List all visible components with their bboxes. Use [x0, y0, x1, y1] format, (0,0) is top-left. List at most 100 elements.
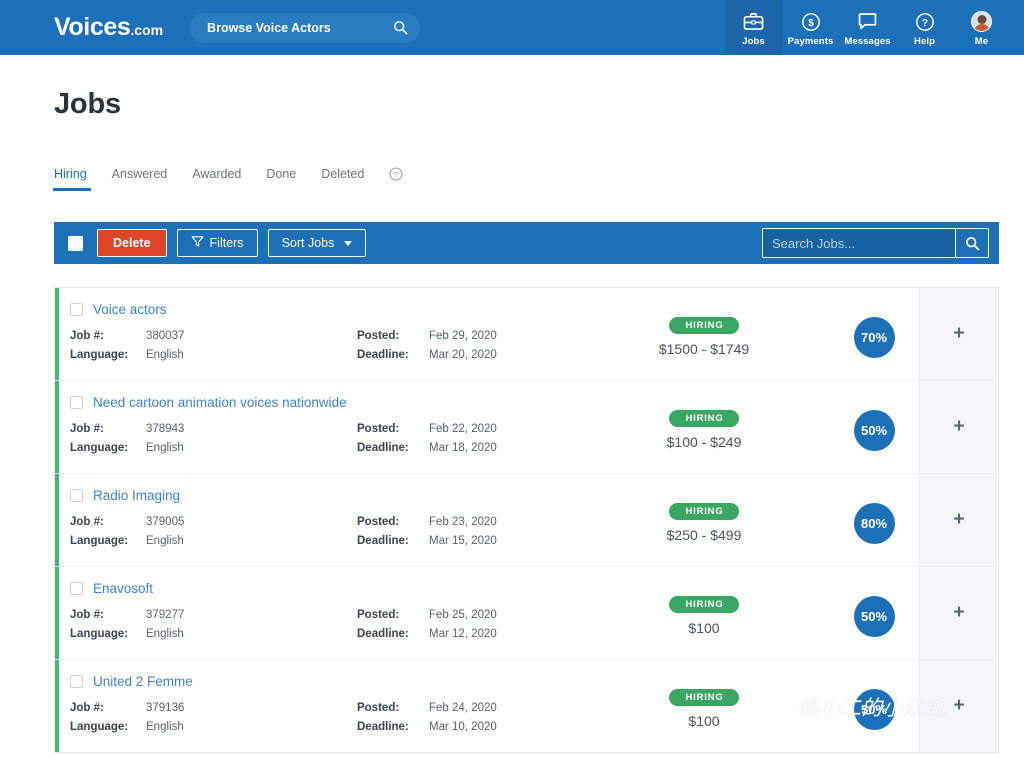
nav-item-messages[interactable]: Messages [839, 0, 896, 55]
top-navigation-bar: Voices.com Browse Voice Actors Jobs $ Pa… [0, 0, 1024, 55]
avatar-icon [971, 11, 992, 32]
job-title-link[interactable]: Voice actors [93, 302, 167, 317]
nav-label-me: Me [974, 36, 989, 47]
search-jobs-input[interactable] [763, 229, 955, 257]
nav-label-messages: Messages [844, 36, 891, 47]
job-meta-right-labels: Posted: Deadline: [357, 327, 419, 365]
tab-hiring[interactable]: Hiring [53, 167, 91, 191]
chat-bubble-icon [857, 11, 878, 32]
job-title-link[interactable]: Enavosoft [93, 581, 153, 596]
job-budget: $100 [688, 620, 720, 637]
job-meta-left-labels: Job #: Language: [70, 606, 136, 644]
question-circle-icon: ? [915, 11, 935, 32]
sort-jobs-label: Sort Jobs [281, 236, 335, 250]
nav-label-help: Help [914, 36, 935, 47]
language-value: English [146, 442, 184, 454]
job-progress-circle: 50% [853, 688, 895, 730]
nav-item-jobs[interactable]: Jobs [725, 0, 782, 55]
posted-label: Posted: [357, 330, 400, 342]
job-meta-left-labels: Job #: Language: [70, 420, 136, 458]
posted-label: Posted: [357, 609, 400, 621]
tab-done[interactable]: Done [266, 167, 296, 191]
table-row[interactable]: Enavosoft Job #: Language: 379277 Englis… [55, 566, 998, 659]
job-progress-column: 50% [829, 381, 919, 473]
job-meta: Job #: Language: 380037 English Posted: … [70, 327, 579, 365]
briefcase-icon [743, 11, 764, 32]
job-number-label: Job #: [70, 516, 104, 528]
deadline-value: Mar 20, 2020 [429, 349, 497, 361]
job-expand-button[interactable]: + [919, 474, 998, 566]
jobs-list: Voice actors Job #: Language: 380037 Eng… [54, 287, 999, 753]
table-row[interactable]: Radio Imaging Job #: Language: 379005 En… [55, 473, 998, 566]
table-row[interactable]: Need cartoon animation voices nationwide… [55, 380, 998, 473]
job-select-checkbox[interactable] [70, 675, 83, 688]
status-badge: HIRING [669, 502, 739, 521]
table-row[interactable]: Voice actors Job #: Language: 380037 Eng… [55, 287, 998, 380]
job-meta-right-values: Feb 25, 2020 Mar 12, 2020 [429, 606, 497, 644]
logo-tld: .com [130, 22, 164, 38]
question-circle-icon: ? [389, 167, 403, 181]
job-number-value: 379136 [146, 702, 185, 714]
job-status-column: HIRING $100 [579, 660, 829, 752]
job-select-checkbox[interactable] [70, 303, 83, 316]
status-badge: HIRING [669, 595, 739, 614]
job-select-checkbox[interactable] [70, 489, 83, 502]
job-progress-circle: 50% [853, 595, 895, 637]
deadline-label: Deadline: [357, 721, 409, 733]
select-all-checkbox[interactable] [68, 235, 83, 251]
language-value: English [146, 721, 184, 733]
job-meta-left: Job #: Language: 379277 English [70, 606, 357, 644]
search-submit-button[interactable] [955, 229, 988, 257]
status-badge: HIRING [669, 688, 739, 707]
nav-item-me[interactable]: Me [953, 0, 1010, 55]
job-meta-left: Job #: Language: 379136 English [70, 699, 357, 737]
job-meta-right-labels: Posted: Deadline: [357, 420, 419, 458]
job-select-checkbox[interactable] [70, 582, 83, 595]
nav-item-help[interactable]: ? Help [896, 0, 953, 55]
nav-item-payments[interactable]: $ Payments [782, 0, 839, 55]
tab-awarded[interactable]: Awarded [192, 167, 241, 191]
chevron-down-icon [344, 240, 353, 246]
job-number-label: Job #: [70, 609, 104, 621]
funnel-icon [191, 235, 204, 251]
job-meta-left-labels: Job #: Language: [70, 513, 136, 551]
job-budget: $100 [688, 713, 720, 730]
posted-value: Feb 22, 2020 [429, 423, 497, 435]
job-progress-circle: 80% [853, 502, 895, 544]
job-header: Need cartoon animation voices nationwide [70, 395, 579, 410]
job-title-link[interactable]: Need cartoon animation voices nationwide [93, 395, 347, 410]
job-number-label: Job #: [70, 330, 104, 342]
posted-value: Feb 23, 2020 [429, 516, 497, 528]
delete-button[interactable]: Delete [97, 229, 167, 257]
browse-voice-actors-search[interactable]: Browse Voice Actors [190, 12, 421, 43]
job-meta: Job #: Language: 378943 English Posted: … [70, 420, 579, 458]
site-logo[interactable]: Voices.com [54, 15, 163, 40]
filters-button[interactable]: Filters [176, 229, 258, 257]
job-meta-left-values: 379005 English [146, 513, 184, 551]
language-value: English [146, 349, 184, 361]
job-meta-right-labels: Posted: Deadline: [357, 699, 419, 737]
posted-value: Feb 29, 2020 [429, 330, 497, 342]
job-expand-button[interactable]: + [919, 381, 998, 473]
posted-value: Feb 24, 2020 [429, 702, 497, 714]
job-select-checkbox[interactable] [70, 396, 83, 409]
job-details: Enavosoft Job #: Language: 379277 Englis… [55, 567, 579, 659]
job-title-link[interactable]: United 2 Femme [93, 674, 193, 689]
tab-answered[interactable]: Answered [112, 167, 168, 191]
table-row[interactable]: United 2 Femme Job #: Language: 379136 E… [55, 659, 998, 752]
nav-label-jobs: Jobs [742, 36, 765, 47]
tab-deleted[interactable]: Deleted [321, 167, 364, 191]
job-progress-circle: 50% [853, 409, 895, 451]
filters-label: Filters [209, 236, 244, 250]
job-expand-button[interactable]: + [919, 660, 998, 752]
deadline-label: Deadline: [357, 442, 409, 454]
nav-label-payments: Payments [787, 36, 834, 47]
deadline-label: Deadline: [357, 349, 409, 361]
job-number-value: 379277 [146, 609, 185, 621]
tabs-help-button[interactable]: ? [389, 167, 403, 191]
job-expand-button[interactable]: + [919, 288, 998, 380]
job-expand-button[interactable]: + [919, 567, 998, 659]
job-title-link[interactable]: Radio Imaging [93, 488, 180, 503]
job-progress-column: 50% [829, 567, 919, 659]
sort-jobs-button[interactable]: Sort Jobs [267, 229, 367, 257]
